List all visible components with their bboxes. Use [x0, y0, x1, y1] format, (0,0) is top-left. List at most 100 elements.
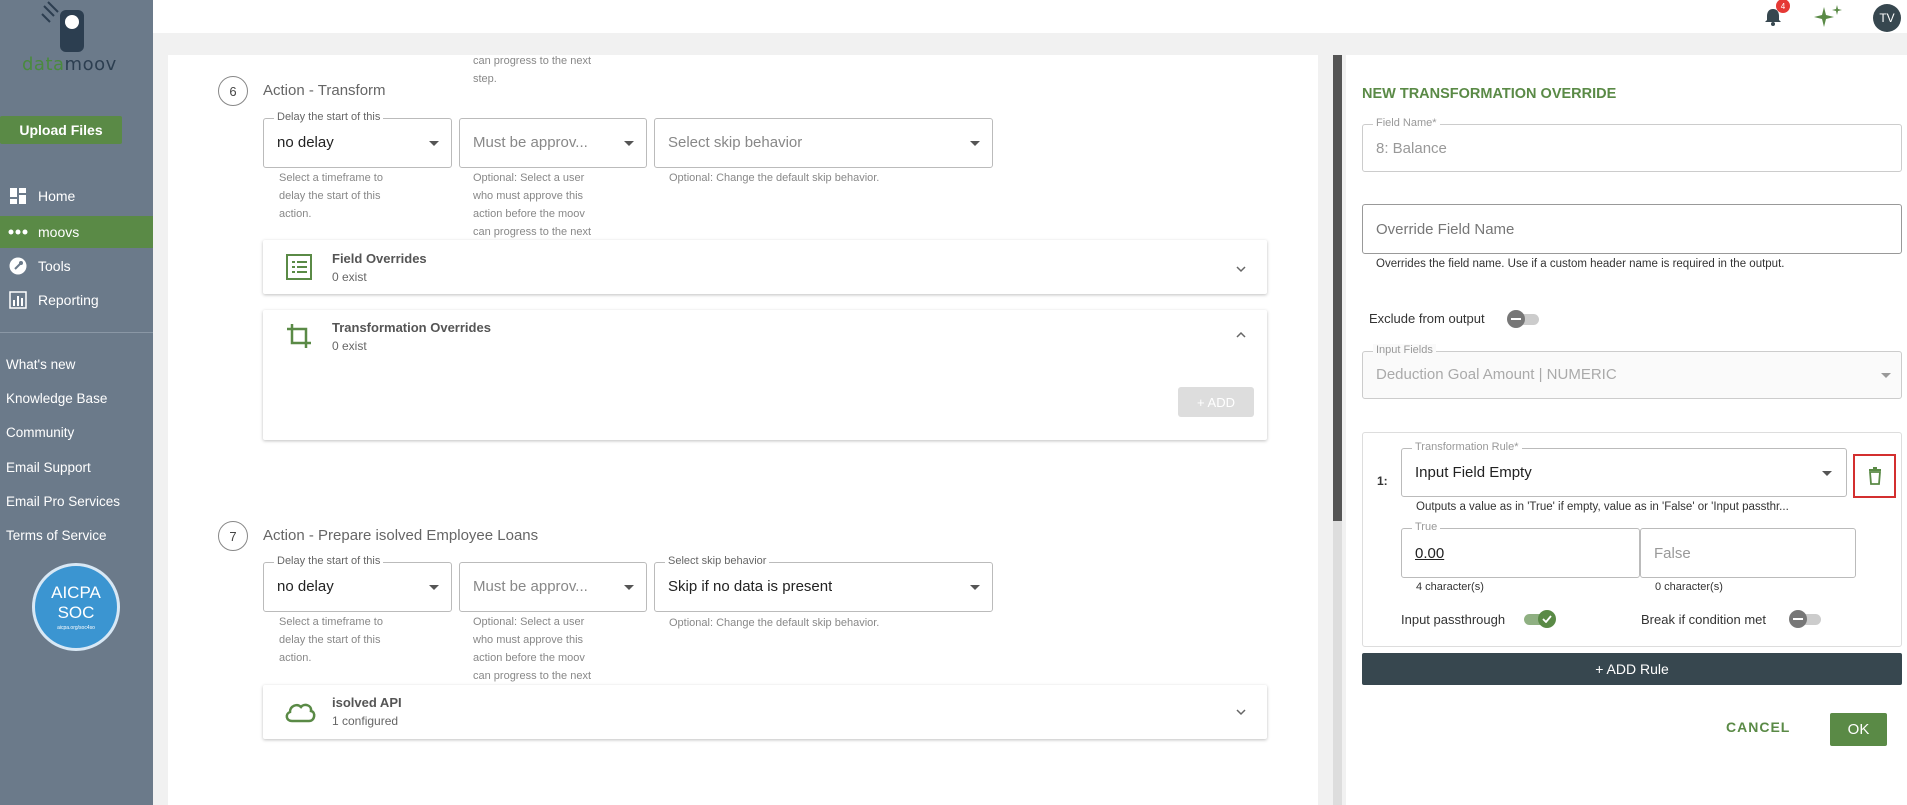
rule-index: 1:: [1377, 474, 1388, 488]
dropdown-arrow-icon: [1881, 373, 1891, 378]
field-name-value: 8: Balance: [1376, 140, 1447, 157]
break-toggle[interactable]: [1789, 610, 1821, 628]
card-title: Transformation Overrides: [332, 320, 491, 335]
skip-helper: Optional: Change the default skip behavi…: [669, 172, 880, 184]
skip-legend: Select skip behavior: [665, 555, 770, 567]
avatar[interactable]: TV: [1873, 4, 1901, 32]
approver-placeholder: Must be approv...: [473, 578, 588, 595]
false-value-input[interactable]: False: [1640, 528, 1856, 578]
skip-behavior-select[interactable]: Select skip behavior Skip if no data is …: [654, 555, 993, 612]
skip-behavior-select[interactable]: Select skip behavior: [654, 118, 993, 168]
wrench-icon: [8, 256, 28, 276]
add-rule-button[interactable]: + ADD Rule: [1362, 653, 1902, 685]
logo-text: datamoov: [22, 54, 117, 75]
approver-helper-line: who must approve this: [473, 190, 584, 202]
nav-item-moovs[interactable]: moovs: [0, 216, 153, 248]
approver-select[interactable]: Must be approv...: [459, 118, 647, 168]
delay-helper-line: Select a timeframe to: [279, 616, 383, 628]
sidebar-divider: [0, 332, 153, 333]
rule-helper: Outputs a value as in 'True' if empty, v…: [1416, 501, 1789, 513]
delay-select[interactable]: Delay the start of this no delay: [263, 555, 452, 612]
check-icon: [1538, 610, 1556, 628]
field-name-legend: Field Name*: [1373, 117, 1440, 129]
field-name-input[interactable]: Field Name* 8: Balance: [1362, 117, 1902, 172]
delay-helper: Select a timeframe to delay the start of…: [279, 169, 383, 223]
delay-select[interactable]: Delay the start of this no delay: [263, 111, 452, 168]
dropdown-arrow-icon: [429, 585, 439, 590]
passthrough-toggle[interactable]: [1524, 610, 1556, 628]
dropdown-arrow-icon: [1822, 471, 1832, 476]
dropdown-arrow-icon: [970, 141, 980, 146]
card-subtitle: 0 exist: [332, 339, 367, 353]
override-placeholder: Override Field Name: [1376, 221, 1515, 238]
nav-item-home[interactable]: Home: [0, 180, 153, 212]
cancel-button[interactable]: CANCEL: [1726, 719, 1790, 735]
link-community[interactable]: Community: [6, 425, 74, 440]
upload-files-button[interactable]: Upload Files: [0, 116, 122, 144]
link-email-support[interactable]: Email Support: [6, 460, 91, 475]
override-helper: Overrides the field name. Use if a custo…: [1376, 258, 1785, 270]
input-fields-select[interactable]: Input Fields Deduction Goal Amount | NUM…: [1362, 344, 1902, 399]
delay-helper: Select a timeframe to delay the start of…: [279, 613, 383, 667]
top-bar: [153, 0, 1907, 33]
dropdown-arrow-icon: [624, 585, 634, 590]
true-char-count: 4 character(s): [1416, 581, 1484, 593]
link-terms-of-service[interactable]: Terms of Service: [6, 528, 107, 543]
step-title: Action - Transform: [263, 82, 386, 99]
chevron-down-icon[interactable]: [1236, 264, 1246, 274]
link-whats-new[interactable]: What's new: [6, 357, 75, 372]
trash-icon: [1868, 467, 1881, 485]
step-number: 6: [218, 76, 248, 106]
delay-helper-line: action.: [279, 652, 312, 664]
approver-helper-line: can progress to the next: [473, 226, 592, 238]
link-email-pro-services[interactable]: Email Pro Services: [6, 494, 120, 509]
override-field-name-input[interactable]: Override Field Name: [1362, 204, 1902, 254]
minus-icon: [1789, 610, 1807, 628]
ok-button[interactable]: OK: [1830, 713, 1887, 746]
logo-part-moov: moov: [64, 54, 117, 75]
approver-placeholder: Must be approv...: [473, 134, 588, 151]
true-value: 0.00: [1415, 545, 1445, 562]
delay-value: no delay: [277, 578, 334, 595]
nav-item-tools[interactable]: Tools: [0, 250, 153, 282]
top-cut-text-2: step.: [473, 73, 497, 85]
true-legend: True: [1412, 521, 1441, 533]
nav-label-moovs: moovs: [38, 224, 80, 240]
delete-rule-button[interactable]: [1853, 454, 1896, 498]
nav-label-home: Home: [38, 188, 76, 204]
transformation-overrides-card[interactable]: Transformation Overrides 0 exist: [263, 310, 1267, 440]
approver-helper-line: Optional: Select a user: [473, 172, 585, 184]
sidebar: datamoov Upload Files Home moovs Tools R…: [0, 0, 153, 805]
aicpa-soc-badge: AICPA SOC aicpa.org/soc4so: [32, 563, 120, 651]
skip-helper: Optional: Change the default skip behavi…: [669, 617, 880, 629]
nav-item-reporting[interactable]: Reporting: [0, 284, 153, 316]
chevron-up-icon[interactable]: [1236, 330, 1246, 340]
passthrough-label: Input passthrough: [1401, 612, 1506, 627]
scrollbar-thumb[interactable]: [1333, 55, 1342, 521]
approver-select[interactable]: Must be approv...: [459, 562, 647, 612]
rule-legend: Transformation Rule*: [1412, 441, 1522, 453]
link-knowledge-base[interactable]: Knowledge Base: [6, 391, 107, 406]
bar-chart-icon: [8, 290, 28, 310]
chevron-down-icon[interactable]: [1236, 707, 1246, 717]
panel-title: NEW TRANSFORMATION OVERRIDE: [1362, 86, 1617, 102]
step-title: Action - Prepare isolved Employee Loans: [263, 527, 539, 544]
skip-placeholder: Select skip behavior: [668, 134, 803, 151]
add-transformation-override-button[interactable]: + ADD: [1178, 387, 1254, 417]
input-fields-value: Deduction Goal Amount | NUMERIC: [1376, 366, 1617, 383]
card-subtitle: 0 exist: [332, 270, 367, 284]
sparkle-icon[interactable]: [1812, 3, 1844, 31]
transformation-rule-select[interactable]: Transformation Rule* Input Field Empty: [1401, 441, 1847, 497]
isolved-api-card[interactable]: isolved API 1 configured: [263, 685, 1267, 739]
true-value-input[interactable]: True 0.00: [1401, 521, 1640, 578]
minus-icon: [1507, 310, 1525, 328]
exclude-toggle[interactable]: [1507, 310, 1539, 328]
break-label: Break if condition met: [1641, 612, 1767, 627]
delay-helper-line: delay the start of this: [279, 634, 381, 646]
field-overrides-card[interactable]: Field Overrides 0 exist: [263, 240, 1267, 294]
approver-helper-line: action before the moov: [473, 652, 585, 664]
delay-helper-line: delay the start of this: [279, 190, 381, 202]
dropdown-arrow-icon: [624, 141, 634, 146]
approver-helper-line: Optional: Select a user: [473, 616, 585, 628]
logo-part-data: data: [22, 54, 65, 75]
